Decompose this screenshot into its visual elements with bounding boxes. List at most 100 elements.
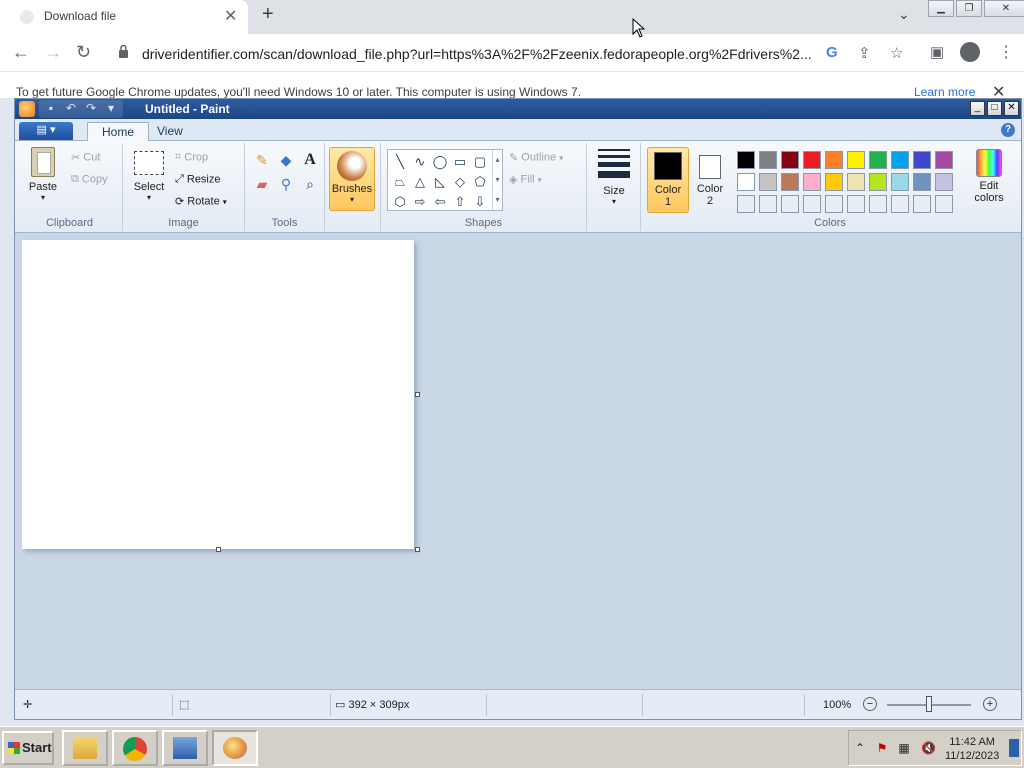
up-arrow-shape-icon[interactable]: ⇧	[450, 192, 470, 212]
paint-minimize-button[interactable]: _	[970, 101, 985, 116]
paint-close-button[interactable]: ✕	[1004, 101, 1019, 116]
select-button[interactable]: Select ▾	[129, 151, 169, 202]
undo-icon[interactable]: ↶	[63, 100, 79, 116]
taskbar-chrome[interactable]	[112, 730, 158, 766]
canvas-resize-handle-bottom[interactable]	[216, 547, 221, 552]
outline-button[interactable]: ✎ Outline ▾	[509, 151, 563, 164]
tab-search-chevron-icon[interactable]: ⌄	[898, 6, 910, 23]
palette-swatch[interactable]	[823, 193, 845, 215]
palette-swatch[interactable]	[801, 171, 823, 193]
zoom-out-button[interactable]: −	[863, 697, 877, 711]
redo-icon[interactable]: ↷	[83, 100, 99, 116]
paint-maximize-button[interactable]: □	[987, 101, 1002, 116]
profile-avatar-icon[interactable]	[960, 42, 980, 62]
canvas-resize-handle-corner[interactable]	[415, 547, 420, 552]
oval-shape-icon[interactable]: ◯	[430, 152, 450, 172]
palette-swatch[interactable]	[867, 171, 889, 193]
more-menu-icon[interactable]: ⋮	[998, 42, 1014, 62]
triangle-shape-icon[interactable]: △	[410, 172, 430, 192]
pencil-icon[interactable]: ✎	[251, 149, 273, 171]
paste-button[interactable]: Paste ▾	[23, 147, 63, 202]
fill-bucket-icon[interactable]: ◆	[275, 149, 297, 171]
show-hidden-icons-icon[interactable]: ⌃	[853, 741, 867, 755]
volume-muted-icon[interactable]: 🔇	[921, 741, 936, 755]
share-icon[interactable]: ⇪	[858, 44, 871, 62]
google-lens-icon[interactable]: G	[826, 44, 838, 61]
palette-swatch[interactable]	[779, 171, 801, 193]
paint-title-bar[interactable]: ▪ ↶ ↷ ▾ Untitled - Paint _ □ ✕	[15, 99, 1021, 119]
paint-menu-button[interactable]: ▤ ▾	[19, 122, 73, 140]
canvas-workspace[interactable]	[15, 234, 1021, 688]
canvas-resize-handle-right[interactable]	[415, 392, 420, 397]
curve-shape-icon[interactable]: ∿	[410, 152, 430, 172]
taskbar-network[interactable]	[162, 730, 208, 766]
rectangle-shape-icon[interactable]: ▭	[450, 152, 470, 172]
palette-swatch[interactable]	[735, 171, 757, 193]
palette-swatch[interactable]	[889, 171, 911, 193]
palette-swatch[interactable]	[779, 149, 801, 171]
color-2-button[interactable]: Color 2	[689, 147, 731, 213]
palette-swatch[interactable]	[801, 149, 823, 171]
close-window-button[interactable]: ✕	[984, 0, 1024, 17]
diamond-shape-icon[interactable]: ◇	[450, 172, 470, 192]
new-tab-icon[interactable]: +	[262, 3, 274, 26]
left-arrow-shape-icon[interactable]: ⇦	[430, 192, 450, 212]
minimize-button[interactable]: ▁	[928, 0, 954, 17]
palette-swatch[interactable]	[845, 171, 867, 193]
address-bar[interactable]: driveridentifier.com/scan/download_file.…	[110, 38, 920, 68]
line-shape-icon[interactable]: ╲	[390, 152, 410, 172]
palette-swatch[interactable]	[889, 193, 911, 215]
brushes-button[interactable]: Brushes ▾	[329, 147, 375, 211]
palette-swatch[interactable]	[845, 149, 867, 171]
help-icon[interactable]: ?	[1001, 123, 1015, 137]
palette-swatch[interactable]	[757, 171, 779, 193]
forward-arrow-icon[interactable]: →	[44, 42, 62, 63]
crop-button[interactable]: ⌗ Crop	[175, 151, 208, 164]
save-icon[interactable]: ▪	[43, 100, 59, 116]
network-tray-icon[interactable]: ▦	[897, 741, 911, 755]
fill-button[interactable]: ◈ Fill ▾	[509, 173, 542, 186]
palette-swatch[interactable]	[823, 171, 845, 193]
magnifier-icon[interactable]: ⌕	[299, 173, 321, 195]
tab-home[interactable]: Home	[87, 122, 150, 142]
palette-swatch[interactable]	[911, 171, 933, 193]
size-button[interactable]: Size ▾	[595, 149, 633, 206]
action-center-flag-icon[interactable]: ⚑	[875, 741, 889, 755]
down-arrow-shape-icon[interactable]: ⇩	[470, 192, 490, 212]
palette-swatch[interactable]	[823, 149, 845, 171]
palette-swatch[interactable]	[779, 193, 801, 215]
palette-swatch[interactable]	[933, 171, 955, 193]
right-triangle-shape-icon[interactable]: ◺	[430, 172, 450, 192]
palette-swatch[interactable]	[801, 193, 823, 215]
qat-dropdown-icon[interactable]: ▾	[103, 100, 119, 116]
palette-swatch[interactable]	[757, 149, 779, 171]
resize-button[interactable]: ⤢ Resize	[175, 173, 221, 186]
tab-close-icon[interactable]: ✕	[224, 6, 237, 26]
palette-swatch[interactable]	[911, 149, 933, 171]
color-1-button[interactable]: Color 1	[647, 147, 689, 213]
palette-swatch[interactable]	[889, 149, 911, 171]
zoom-slider-thumb[interactable]	[926, 696, 932, 712]
copy-button[interactable]: ⧉ Copy	[71, 173, 108, 186]
shapes-scroll[interactable]: ▴ ▾ ▾	[492, 150, 502, 210]
reload-icon[interactable]: ↻	[76, 42, 91, 63]
edit-colors-button[interactable]: Edit colors	[965, 147, 1013, 204]
browser-tab[interactable]: Download file ✕	[0, 0, 248, 34]
learn-more-link[interactable]: Learn more	[914, 85, 975, 99]
text-tool-icon[interactable]: A	[299, 149, 321, 171]
start-button[interactable]: Start	[2, 731, 54, 765]
color-picker-icon[interactable]: ⚲	[275, 173, 297, 195]
back-arrow-icon[interactable]: ←	[12, 42, 30, 63]
palette-swatch[interactable]	[845, 193, 867, 215]
palette-swatch[interactable]	[735, 193, 757, 215]
side-panel-icon[interactable]: ▣	[930, 43, 944, 61]
polygon-shape-icon[interactable]: ⏢	[390, 172, 410, 192]
eraser-icon[interactable]: ▰	[251, 173, 273, 195]
taskbar-explorer[interactable]	[62, 730, 108, 766]
hexagon-shape-icon[interactable]: ⬡	[390, 192, 410, 212]
palette-swatch[interactable]	[911, 193, 933, 215]
palette-swatch[interactable]	[735, 149, 757, 171]
restore-button[interactable]: ❐	[956, 0, 982, 17]
palette-swatch[interactable]	[933, 149, 955, 171]
cut-button[interactable]: ✂ Cut	[71, 151, 100, 164]
